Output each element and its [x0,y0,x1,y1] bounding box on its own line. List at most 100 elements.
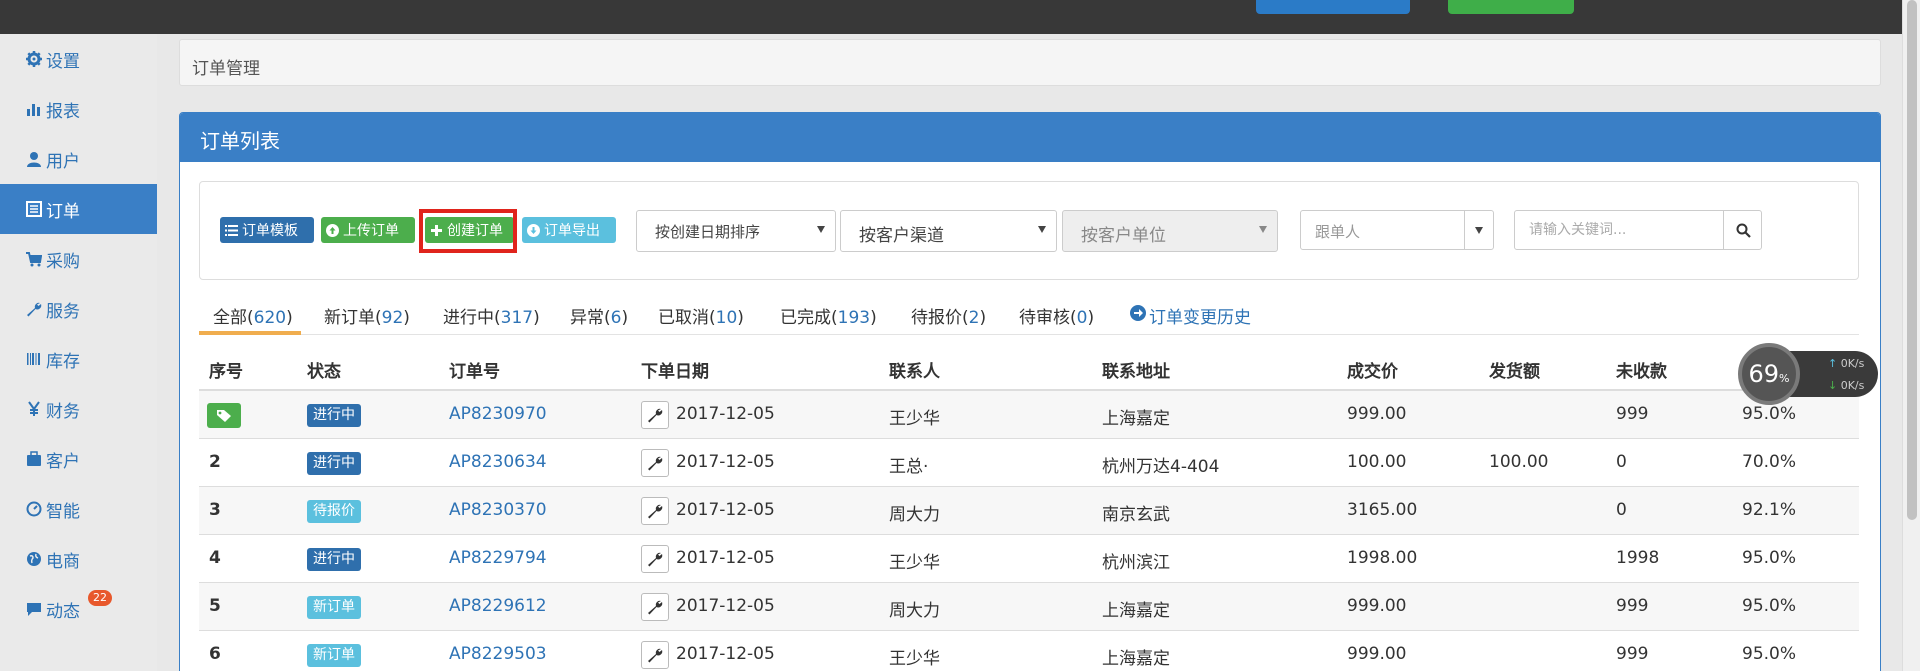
sidebar-item-inventory[interactable]: 库存 [0,334,157,384]
export-order-button[interactable]: 订单导出 [522,217,616,243]
tab-pending-review[interactable]: 待审核(0) [1019,293,1094,335]
edit-date-button[interactable] [641,449,669,477]
tab-all[interactable]: 全部(620) [199,293,301,335]
order-date: 2017-12-05 [676,596,775,616]
top-green-button[interactable] [1448,0,1574,14]
row-number: 6 [209,644,221,664]
order-number-link[interactable]: AP8230634 [449,452,547,472]
tab-new[interactable]: 新订单(92) [324,293,410,335]
tab-pending-quote[interactable]: 待报价(2) [911,293,986,335]
contact-name: 王少华 [889,649,940,669]
sidebar-item-customers[interactable]: 客户 [0,434,157,484]
contact-address: 杭州万达4-404 [1102,457,1220,477]
contact-name: 王少华 [889,409,940,429]
search-button[interactable] [1723,211,1762,249]
search-input[interactable] [1515,211,1723,249]
unit-select-value: 按客户单位 [1081,226,1166,246]
tab-abnormal[interactable]: 异常(6) [570,293,628,335]
sidebar-item-users[interactable]: 用户 [0,134,157,184]
briefcase-icon [26,451,42,467]
edit-date-button[interactable] [641,497,669,525]
order-toolbar: 订单模板 上传订单 创建订单 订单导出 按创建日期排序 按客户渠道 按客户单位 … [199,181,1859,280]
customer-channel-select[interactable]: 按客户渠道 [840,210,1057,252]
order-change-history-link[interactable]: 订单变更历史 [1129,293,1251,335]
sidebar-item-finance[interactable]: 财务 [0,384,157,434]
scrollbar-thumb[interactable] [1907,0,1917,520]
order-number-link[interactable]: AP8229794 [449,548,547,568]
top-blue-button[interactable] [1256,0,1410,14]
list-icon [225,224,238,236]
sidebar-item-label: 动态 [46,601,80,622]
search-box [1514,210,1762,250]
chevron-down-icon [1259,226,1267,233]
order-date: 2017-12-05 [676,404,775,424]
order-number-link[interactable]: AP8229503 [449,644,547,664]
sidebar-item-reports[interactable]: 报表 [0,84,157,134]
wrench-icon [648,648,663,663]
upload-order-button[interactable]: 上传订单 [321,217,415,243]
sidebar-item-ecommerce[interactable]: 电商 [0,534,157,584]
shipped-amount: 100.00 [1489,452,1549,472]
contact-address: 上海嘉定 [1102,601,1170,621]
tab-label: 待审核 [1019,308,1070,328]
percentage: 95.0% [1742,596,1797,616]
notification-badge: 22 [88,590,112,606]
status-badge: 新订单 [307,596,361,619]
col-header-price: 成交价 [1347,362,1398,382]
page-scrollbar[interactable] [1902,0,1920,671]
tag-button[interactable] [207,403,241,428]
table-row[interactable]: 5 新订单 AP8229612 2017-12-05 周大力 上海嘉定 999.… [199,583,1859,631]
tab-count: 92 [381,308,404,328]
customer-unit-select[interactable]: 按客户单位 [1062,210,1278,252]
globe-icon [26,551,42,567]
gear-icon [26,51,42,67]
table-row[interactable]: 进行中 AP8230970 2017-12-05 王少华 上海嘉定 999.00… [199,391,1859,439]
order-number-link[interactable]: AP8230970 [449,404,547,424]
upload-speed-value: 0K/s [1840,357,1865,370]
sidebar-item-smart[interactable]: 智能 [0,484,157,534]
sidebar-item-label: 智能 [46,501,80,522]
table-row[interactable]: 3 待报价 AP8230370 2017-12-05 周大力 南京玄武 3165… [199,487,1859,535]
sidebar-item-orders[interactable]: 订单 [0,184,157,234]
col-header-status: 状态 [307,362,341,382]
network-speed-widget[interactable]: 69% ↑ 0K/s ↓ 0K/s [1738,343,1886,405]
top-navbar [0,0,1920,34]
tab-cancelled[interactable]: 已取消(10) [658,293,744,335]
follower-dropdown-button[interactable] [1464,211,1494,249]
order-number-link[interactable]: AP8229612 [449,596,547,616]
sidebar-item-label: 客户 [46,451,80,472]
tab-completed[interactable]: 已完成(193) [780,293,877,335]
deal-price: 100.00 [1347,452,1407,472]
arrow-down-icon: ↓ [1828,379,1841,392]
status-badge: 进行中 [307,452,361,475]
unpaid-amount: 999 [1616,404,1649,424]
contact-address: 杭州滨江 [1102,553,1170,573]
tab-label: 进行中 [443,308,494,328]
chevron-down-icon [1475,227,1483,234]
edit-date-button[interactable] [641,641,669,669]
follower-input[interactable]: 跟单人 [1301,211,1464,249]
contact-address: 上海嘉定 [1102,649,1170,669]
sidebar-item-purchase[interactable]: 采购 [0,234,157,284]
order-template-button[interactable]: 订单模板 [220,217,314,243]
sidebar-item-activity[interactable]: 动态 22 [0,584,157,634]
tab-in-progress[interactable]: 进行中(317) [443,293,540,335]
follower-combo: 跟单人 [1300,210,1494,250]
table-row[interactable]: 4 进行中 AP8229794 2017-12-05 王少华 杭州滨江 1998… [199,535,1859,583]
percentage: 70.0% [1742,452,1797,472]
edit-date-button[interactable] [641,545,669,573]
edit-date-button[interactable] [641,401,669,429]
edit-date-button[interactable] [641,593,669,621]
tag-icon [217,409,231,422]
deal-price: 1998.00 [1347,548,1418,568]
user-icon [26,151,42,167]
table-row[interactable]: 6 新订单 AP8229503 2017-12-05 王少华 上海嘉定 999.… [199,631,1859,671]
table-row[interactable]: 2 进行中 AP8230634 2017-12-05 王总· 杭州万达4-404… [199,439,1859,487]
sidebar-item-settings[interactable]: 设置 [0,34,157,84]
order-number-link[interactable]: AP8230370 [449,500,547,520]
dashboard-icon [26,501,42,517]
barcode-icon [26,351,42,367]
sidebar-item-service[interactable]: 服务 [0,284,157,334]
wrench-icon [648,456,663,471]
sort-by-date-select[interactable]: 按创建日期排序 [636,210,836,252]
